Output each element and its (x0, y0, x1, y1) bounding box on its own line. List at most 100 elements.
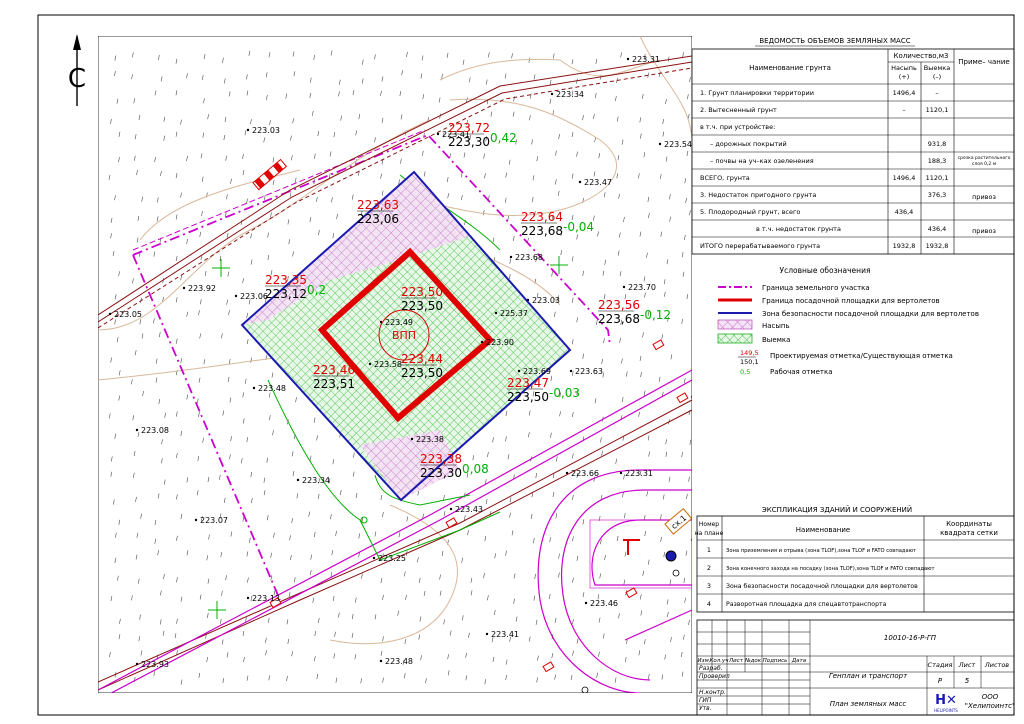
vol-row: в т.ч. при устройстве: (692, 117, 1014, 131)
legend-sample-existing-mark: 150,1 (740, 358, 759, 366)
vol-row-fill: 436,4 (895, 208, 914, 216)
legend-sample-cut (717, 333, 753, 344)
logo-mark: H✕ (935, 693, 957, 708)
elevation-point: 223.49 (379, 318, 413, 327)
bld-row: 4 Разворотная площадка для спецавтотрансп… (697, 593, 1014, 608)
tb-role-label: Разраб. (699, 665, 723, 672)
elevation-dot (584, 601, 588, 605)
legend-item-label: Зона безопасности посадочной площадки дл… (762, 310, 979, 318)
elevation-point: 223.31 (619, 469, 653, 478)
work-elevation: 0,08 (462, 462, 489, 476)
existing-elevation: 223,68 (521, 224, 563, 238)
site-plan: ВПП сх.1 223.31223.34223.03223.54223.412… (98, 36, 693, 693)
elevation-point: 223.31 (626, 55, 660, 64)
tb-column-label: Подпись (763, 658, 788, 664)
vol-row-cut: 188,3 (928, 157, 947, 165)
elevation-label: 223.68 (515, 253, 543, 262)
existing-elevation: 223,50 (401, 366, 443, 380)
bld-rows: 1 Зона приземления и отрыва (зона TLOF),з… (697, 546, 1014, 608)
elevation-dot (569, 369, 573, 373)
vol-row-cut: 436,4 (928, 225, 947, 233)
company-logo: H✕ HELIPOINTS (934, 693, 958, 713)
vol-header-name: Наименование грунта (749, 64, 831, 72)
vol-row-name: 1. Грунт планировки территории (700, 89, 814, 97)
elevation-dot (234, 294, 238, 298)
tb-column-label: Кол.уч (709, 658, 729, 664)
vol-row-name: 5. Плодородный грунт, всего (700, 208, 800, 216)
existing-elevation: 223,12 (265, 287, 307, 301)
elevation-dot (410, 437, 414, 441)
work-elevation: -0,03 (549, 386, 580, 400)
elevation-label: 223.54 (664, 140, 692, 149)
sheet-head: Лист (958, 661, 976, 669)
existing-elevation: 223,51 (313, 377, 355, 391)
vol-row-fill: 1496,4 (893, 89, 916, 97)
elevation-dot (252, 386, 256, 390)
design-elevation: 223,47 (507, 376, 549, 390)
elevation-dot (379, 320, 383, 324)
vol-header-qty: Количество,м3 (893, 52, 948, 60)
elevation-label: 223.48 (258, 384, 286, 393)
vol-row-cut: 931,8 (928, 140, 947, 148)
vol-row: – почвы на уч–ках озеленения 188,3 срезка … (692, 151, 1014, 167)
elevation-label: 223.49 (385, 318, 413, 327)
elevation-label: 223.92 (188, 284, 216, 293)
elevation-point: 223.03 (526, 296, 560, 305)
legend-item-label: Насыпь (762, 322, 790, 330)
tb-role-label: Н.контр. (699, 689, 726, 696)
drawing-sheet: С ВПП сх.1 223.31223.34223.03223.54223.4… (37, 14, 1015, 716)
elevation-label: 223.07 (200, 516, 228, 525)
elevation-dot (436, 132, 440, 136)
elevation-label: 223.03 (252, 126, 280, 135)
elevation-point: 223.46 (584, 599, 618, 608)
tb-column-label: Лист (728, 658, 744, 664)
elevation-point: 223.93 (135, 660, 169, 669)
grass-tick (692, 356, 693, 361)
existing-elevation: 223,30 (448, 135, 490, 149)
vol-row-name: ИТОГО перерабатываемого грунта (700, 242, 820, 250)
stage-head: Стадия (928, 661, 953, 669)
vol-row-name: в т.ч. недостаток грунта (756, 225, 841, 233)
elevation-label: 223.31 (632, 55, 660, 64)
design-elevation: 223,64 (521, 210, 563, 224)
elevation-point: 223.66 (565, 469, 599, 478)
vol-row: в т.ч. недостаток грунта 436,4 привоз (692, 219, 1014, 235)
elevation-point: 223.68 (509, 253, 543, 262)
bld-row-num: 1 (707, 546, 711, 554)
bld-header-num-1: Номер (699, 521, 719, 528)
vol-row-name: – дорожных покрытий (710, 140, 787, 148)
elevation-dot (449, 507, 453, 511)
legend: Условные обозначения 149,5 150,1 0,5 Гра… (717, 266, 979, 376)
vol-row-fill: 1932,8 (893, 242, 916, 250)
project-name: Генплан и транспорт (829, 672, 908, 680)
elevation-point: 223.06 (234, 292, 268, 301)
existing-elevation: 223,50 (401, 299, 443, 313)
north-arrow: С (68, 34, 86, 106)
elevation-point: 223.48 (379, 657, 413, 666)
elevation-point: 223.48 (252, 384, 286, 393)
vol-row: ИТОГО перерабатываемого грунта 1932,8 1932… (692, 236, 1014, 250)
existing-elevation: 223,06 (357, 212, 399, 226)
legend-title: Условные обозначения (780, 266, 871, 275)
design-mark: 223,63223,06 (357, 198, 399, 226)
bld-header-coords-2: квадрата сетки (940, 529, 998, 537)
design-elevation: 223,46 (313, 363, 355, 377)
elevation-dot (494, 311, 498, 315)
vol-row: 3. Недостаток пригодного грунта 376,3 прив… (692, 185, 1014, 201)
sheet-title: План земляных масс (830, 700, 907, 708)
elevation-label: 223.93 (141, 660, 169, 669)
elevation-point: 223.58 (368, 360, 402, 369)
elevation-label: 223.63 (575, 367, 603, 376)
bld-header-coords-1: Координаты (946, 520, 992, 528)
elevation-dot (578, 180, 582, 184)
vol-row-name: – почвы на уч–ках озеленения (710, 157, 814, 165)
elevation-dot (379, 659, 383, 663)
vol-row-cut: 376,3 (928, 191, 947, 199)
design-mark: 223,50223,50 (401, 285, 443, 313)
elevation-label: 223.08 (141, 426, 169, 435)
north-label: С (68, 64, 86, 94)
stage-value: Р (938, 677, 943, 685)
vol-row-note-2: слоя 0,2 м (972, 161, 996, 167)
elevation-label: 223.43 (455, 505, 483, 514)
elevation-label: 223.70 (628, 283, 656, 292)
